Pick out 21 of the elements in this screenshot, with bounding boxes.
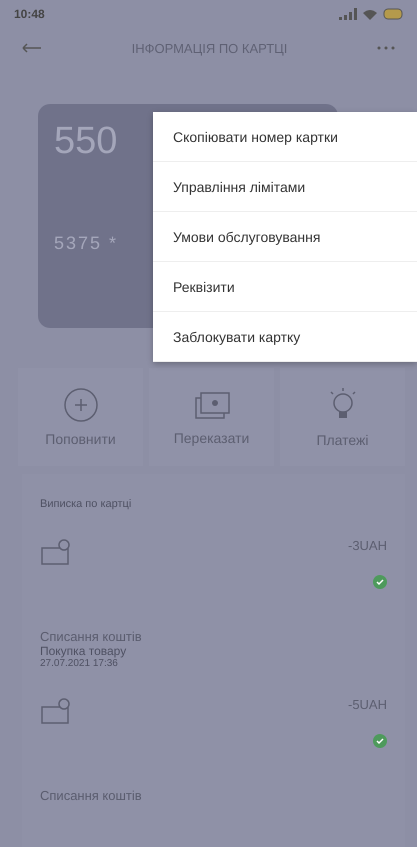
menu-item[interactable]: Управління лімітами: [153, 162, 417, 212]
wifi-icon: [363, 8, 377, 20]
transaction-title: Списання коштів: [40, 788, 143, 803]
back-arrow-icon[interactable]: [22, 43, 42, 53]
card-payment-icon: [40, 538, 72, 566]
check-circle-icon: [373, 575, 387, 589]
menu-item[interactable]: Реквізити: [153, 262, 417, 312]
plus-circle-icon: [62, 387, 98, 423]
check-circle-icon: [373, 734, 387, 748]
transaction-description: Покупка товару: [40, 644, 128, 658]
transaction-date: 27.07.2021 17:36: [40, 658, 119, 669]
menu-item[interactable]: Умови обслуговування: [153, 212, 417, 262]
card-payment-icon: [40, 697, 72, 725]
menu-item[interactable]: Скопіювати номер картки: [153, 112, 417, 162]
signal-icon: [339, 8, 357, 20]
more-icon[interactable]: [376, 46, 395, 50]
menu-item[interactable]: Заблокувати картку: [153, 312, 417, 362]
section-title: Виписка по картці: [40, 498, 132, 510]
transaction-title: Списання коштів: [40, 629, 143, 644]
battery-icon: [383, 8, 403, 20]
status-time: 10:48: [14, 7, 45, 21]
